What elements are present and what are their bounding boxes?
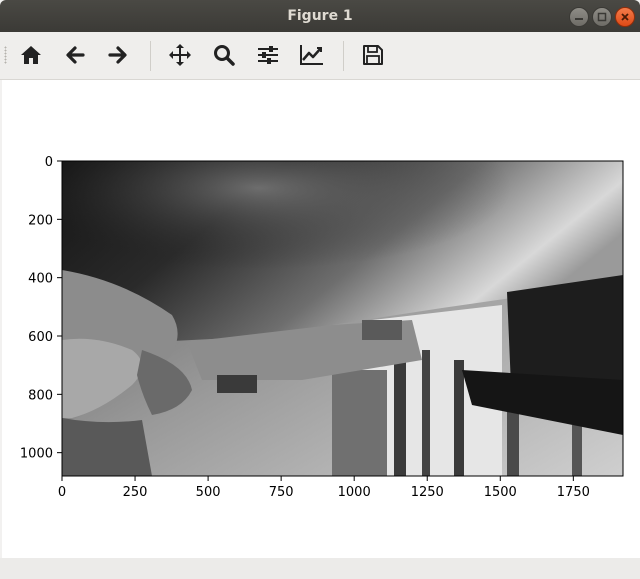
arrow-left-icon: [66, 46, 85, 64]
toolbar: [0, 32, 640, 80]
move-icon: [169, 44, 191, 66]
close-button[interactable]: [615, 7, 635, 27]
x-axis: 0 250 500 750 1000 1250 1500 1750: [58, 476, 590, 500]
y-axis: 0 200 400 600 800 1000: [20, 155, 62, 462]
axes-button[interactable]: [297, 40, 327, 70]
maximize-icon: [597, 12, 607, 22]
subplots-button[interactable]: [253, 40, 283, 70]
y-tick-label: 0: [45, 155, 53, 170]
line-chart-icon: [300, 45, 323, 65]
x-tick-label: 500: [196, 485, 221, 500]
window-title: Figure 1: [287, 8, 353, 24]
forward-button[interactable]: [103, 40, 133, 70]
y-tick-label: 200: [28, 213, 53, 228]
window-titlebar[interactable]: Figure 1: [0, 0, 640, 32]
zoom-button[interactable]: [209, 40, 239, 70]
y-tick-label: 400: [28, 272, 53, 287]
x-tick-label: 750: [269, 485, 294, 500]
status-bar: [0, 558, 640, 579]
y-tick-label: 600: [28, 330, 53, 345]
sliders-icon: [258, 46, 278, 64]
x-tick-label: 1750: [557, 485, 590, 500]
minimize-icon: [575, 18, 583, 20]
y-tick-label: 800: [28, 388, 53, 403]
toolbar-separator: [343, 41, 344, 71]
camera-image: [62, 161, 623, 476]
y-tick-label: 1000: [20, 447, 53, 462]
home-icon: [21, 46, 41, 64]
back-button[interactable]: [60, 40, 90, 70]
magnifier-icon: [214, 45, 235, 66]
toolbar-separator: [150, 41, 151, 71]
toolbar-grip[interactable]: [4, 46, 7, 64]
save-button[interactable]: [358, 40, 388, 70]
home-button[interactable]: [16, 40, 46, 70]
image-plot[interactable]: 0 250 500 750 1000 1250 1500 1750 0 200 400 600 800…: [2, 80, 640, 558]
x-tick-label: 1000: [338, 485, 371, 500]
x-tick-label: 0: [58, 485, 66, 500]
figure-canvas[interactable]: 0 250 500 750 1000 1250 1500 1750 0 200 400 600 800…: [2, 80, 640, 558]
floppy-disk-icon: [363, 45, 383, 65]
x-tick-label: 250: [123, 485, 148, 500]
pan-button[interactable]: [165, 40, 195, 70]
x-tick-label: 1500: [484, 485, 517, 500]
arrow-right-icon: [108, 46, 127, 64]
x-tick-label: 1250: [411, 485, 444, 500]
close-icon: [621, 13, 629, 21]
window-controls: [569, 7, 635, 27]
minimize-button[interactable]: [569, 7, 589, 27]
maximize-button[interactable]: [592, 7, 612, 27]
